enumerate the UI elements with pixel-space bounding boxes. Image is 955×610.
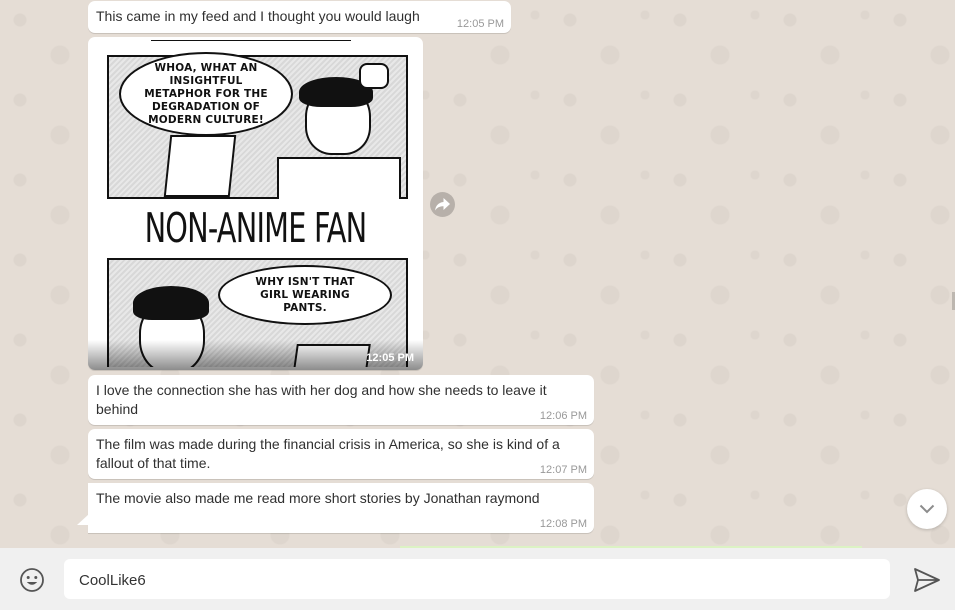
comic-caption: NON-ANIME FAN: [144, 204, 368, 252]
send-icon: [914, 568, 940, 592]
character-hair-bottom: [133, 286, 209, 320]
raised-fist: [359, 63, 389, 89]
message-time: 12:06 PM: [539, 410, 587, 422]
message-text: This came in my feed and I thought you w…: [96, 8, 420, 24]
comic-title-fragment: [151, 40, 351, 41]
message-text: The film was made during the financial c…: [96, 436, 560, 471]
forward-button[interactable]: [430, 192, 455, 217]
chevron-down-icon: [919, 504, 935, 514]
speech-bubble-bottom: WHY ISN'T THAT GIRL WEARING PANTS.: [218, 265, 392, 325]
scroll-down-button[interactable]: [907, 489, 947, 529]
forward-icon: [435, 198, 450, 211]
character-body: [277, 157, 401, 199]
message-text: I love the connection she has with her d…: [96, 382, 547, 417]
message-input-box[interactable]: [64, 559, 890, 601]
emoji-button[interactable]: [19, 567, 45, 593]
emoji-icon: [20, 568, 44, 592]
message-time: 12:05 PM: [366, 352, 414, 364]
image-message-bubble[interactable]: WHOA, WHAT AN INSIGHTFUL METAPHOR FOR TH…: [88, 37, 423, 370]
bubble-tail: [77, 514, 89, 525]
laptop-drawing: [163, 135, 237, 197]
message-text: The movie also made me read more short s…: [96, 490, 540, 506]
chat-panel: This came in my feed and I thought you w…: [0, 0, 955, 548]
message-time: 12:08 PM: [539, 518, 587, 530]
message-time: 12:05 PM: [456, 18, 504, 30]
speech-bubble-top: WHOA, WHAT AN INSIGHTFUL METAPHOR FOR TH…: [119, 52, 293, 136]
composer-bar: [0, 548, 955, 610]
message-bubble[interactable]: The film was made during the financial c…: [88, 429, 594, 479]
message-bubble[interactable]: This came in my feed and I thought you w…: [88, 1, 511, 33]
comic-image[interactable]: WHOA, WHAT AN INSIGHTFUL METAPHOR FOR TH…: [91, 40, 420, 367]
message-time: 12:07 PM: [539, 464, 587, 476]
message-bubble[interactable]: I love the connection she has with her d…: [88, 375, 594, 425]
message-input[interactable]: [77, 559, 881, 601]
send-button[interactable]: [913, 567, 941, 593]
message-bubble[interactable]: The movie also made me read more short s…: [88, 483, 594, 533]
